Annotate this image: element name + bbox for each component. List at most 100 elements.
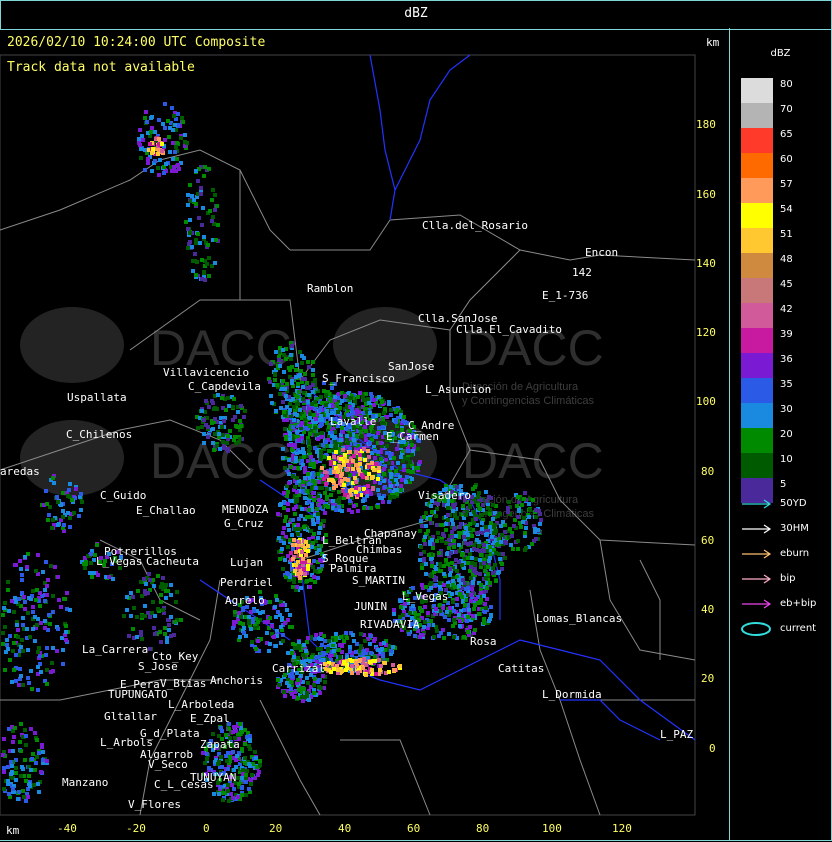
echo-cell: [326, 647, 330, 651]
echo-cell: [212, 407, 216, 411]
legend-value: 36: [780, 354, 793, 365]
echo-cell: [484, 490, 488, 494]
echo-cell: [281, 567, 285, 571]
place-label: L_Vegas: [402, 590, 448, 603]
echo-cell: [19, 749, 23, 753]
echo-cell: [224, 408, 228, 412]
echo-cell: [418, 606, 422, 610]
echo-cell: [295, 490, 299, 494]
place-label: Perdriel: [220, 576, 273, 589]
echo-cell: [387, 402, 391, 406]
echo-cell: [381, 425, 385, 429]
echo-cell: [530, 542, 534, 546]
echo-cell: [49, 670, 53, 674]
echo-cell: [36, 650, 40, 654]
echo-cell: [285, 608, 289, 612]
echo-cell: [282, 506, 286, 510]
echo-cell: [168, 126, 172, 130]
echo-cell: [51, 518, 55, 522]
echo-cell: [419, 545, 423, 549]
echo-cell: [374, 435, 378, 439]
echo-cell: [366, 484, 370, 488]
echo-cell: [429, 557, 433, 561]
echo-cell: [488, 525, 492, 529]
echo-cell: [506, 510, 510, 514]
echo-cell: [33, 615, 37, 619]
echo-cell: [350, 659, 354, 663]
echo-cell: [217, 792, 221, 796]
echo-cell: [382, 641, 386, 645]
echo-cell: [370, 668, 374, 672]
place-label: E_Carmen: [386, 430, 439, 443]
echo-cell: [33, 639, 37, 643]
echo-cell: [18, 667, 22, 671]
place-label: L_Vegas: [96, 555, 142, 568]
echo-cell: [506, 506, 510, 510]
echo-cell: [364, 429, 368, 433]
echo-cell: [340, 669, 344, 673]
echo-cell: [175, 141, 179, 145]
echo-cell: [12, 668, 16, 672]
place-label: L_Asuncion: [425, 383, 491, 396]
echo-cell: [323, 491, 327, 495]
echo-cell: [368, 660, 372, 664]
echo-cell: [302, 406, 306, 410]
echo-cell: [356, 671, 360, 675]
echo-cell: [5, 643, 9, 647]
echo-cell: [312, 498, 316, 502]
echo-cell: [365, 476, 369, 480]
echo-cell: [429, 504, 433, 508]
echo-cell: [35, 623, 39, 627]
echo-cell: [284, 437, 288, 441]
echo-cell: [167, 628, 171, 632]
echo-cell: [219, 755, 223, 759]
echo-cell: [50, 526, 54, 530]
echo-cell: [168, 150, 172, 154]
echo-cell: [470, 556, 474, 560]
track-arrow-icon: [742, 574, 772, 584]
echo-cell: [243, 409, 247, 413]
echo-cell: [25, 627, 29, 631]
echo-cell: [285, 405, 289, 409]
echo-cell: [464, 526, 468, 530]
echo-cell: [311, 368, 315, 372]
echo-cell: [371, 486, 375, 490]
echo-cell: [281, 639, 285, 643]
echo-cell: [462, 635, 466, 639]
x-tick-label: 100: [542, 822, 562, 835]
echo-cell: [538, 512, 542, 516]
echo-cell: [282, 353, 286, 357]
echo-cell: [399, 605, 403, 609]
echo-cell: [296, 678, 300, 682]
echo-cell: [167, 623, 171, 627]
echo-cell: [51, 610, 55, 614]
echo-cell: [295, 402, 299, 406]
place-label: Lujan: [230, 556, 263, 569]
echo-cell: [351, 467, 355, 471]
echo-cell: [306, 400, 310, 404]
echo-cell: [270, 624, 274, 628]
track-legend-label: current: [780, 623, 817, 634]
echo-cell: [468, 625, 472, 629]
echo-cell: [392, 495, 396, 499]
echo-cell: [221, 440, 225, 444]
echo-cell: [70, 498, 74, 502]
echo-cell: [465, 549, 469, 553]
echo-cell: [140, 614, 144, 618]
radar-map-area[interactable]: DACC DACC Dirección de Agricultura y Con…: [0, 28, 730, 841]
echo-cell: [473, 485, 477, 489]
place-label: Anchoris: [210, 674, 263, 687]
echo-cell: [312, 691, 316, 695]
echo-cell: [500, 533, 504, 537]
echo-cell: [385, 444, 389, 448]
radar-map[interactable]: DACC DACC Dirección de Agricultura y Con…: [0, 28, 729, 840]
echo-cell: [351, 459, 355, 463]
echo-cell: [297, 646, 301, 650]
echo-cell: [295, 497, 299, 501]
echo-cell: [188, 183, 192, 187]
echo-cell: [278, 557, 282, 561]
echo-cell: [282, 491, 286, 495]
echo-cell: [61, 648, 65, 652]
echo-cell: [353, 476, 357, 480]
echo-cell: [233, 610, 237, 614]
